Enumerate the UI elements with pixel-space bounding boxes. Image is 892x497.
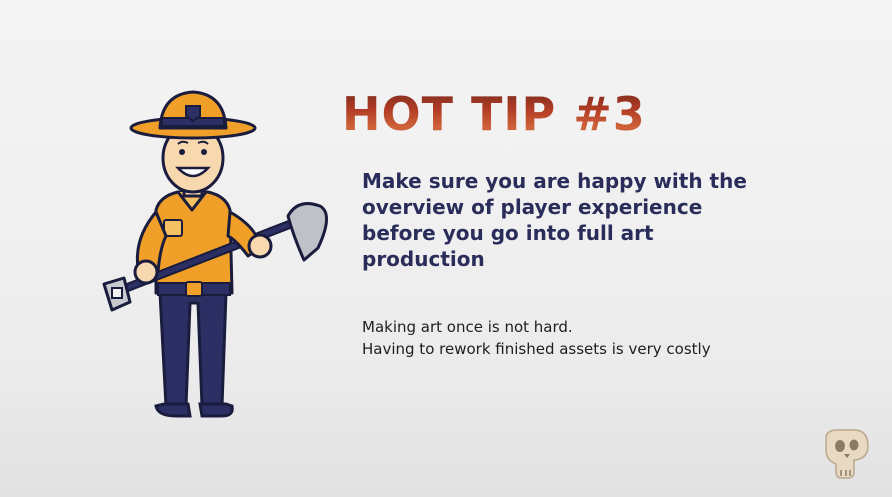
headline-line: before you go into full art bbox=[362, 221, 654, 245]
slide: HOT TIP #3 Make sure you are happy with … bbox=[0, 0, 892, 497]
headline-line: production bbox=[362, 247, 485, 271]
tip-headline: Make sure you are happy with the overvie… bbox=[362, 168, 832, 272]
tip-body: Making art once is not hard. Having to r… bbox=[362, 316, 832, 360]
slide-title: HOT TIP #3 bbox=[342, 87, 646, 141]
headline-line: Make sure you are happy with the bbox=[362, 169, 747, 193]
skull-p-logo-icon bbox=[825, 429, 869, 479]
headline-line: overview of player experience bbox=[362, 195, 703, 219]
body-line: Making art once is not hard. bbox=[362, 318, 573, 336]
body-line: Having to rework finished assets is very… bbox=[362, 340, 711, 358]
park-ranger-with-shovel-illustration bbox=[102, 90, 328, 418]
